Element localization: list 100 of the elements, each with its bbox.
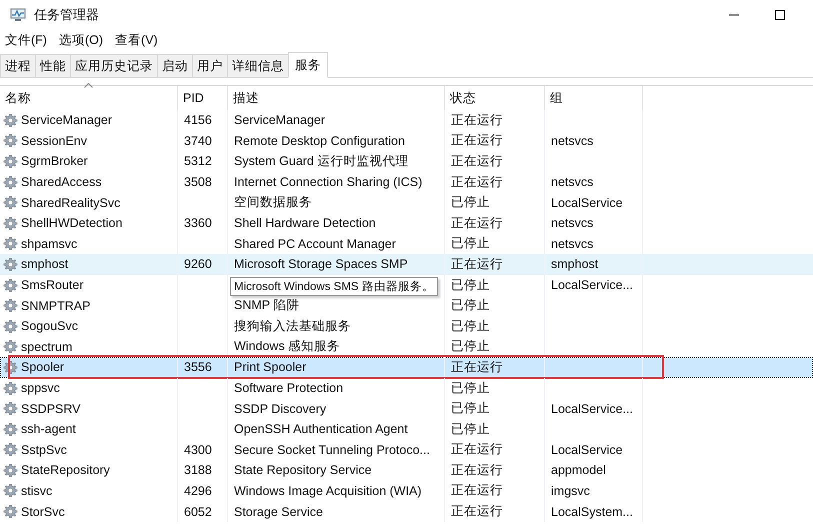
service-name: ssh-agent bbox=[21, 422, 76, 436]
status-text: 已停止 bbox=[451, 318, 490, 335]
status-text: 正在运行 bbox=[451, 503, 503, 520]
menu-item[interactable]: 文件(F) bbox=[5, 32, 47, 48]
service-name: shpamsvc bbox=[21, 236, 78, 251]
status-text: 正在运行 bbox=[451, 214, 503, 232]
status-text: 已停止 bbox=[451, 297, 490, 314]
description-text: Shared PC Account Manager bbox=[234, 236, 396, 251]
description-text: Shell Hardware Detection bbox=[234, 216, 376, 230]
description-text: Print Spooler bbox=[234, 360, 306, 374]
gear-icon bbox=[3, 339, 18, 354]
pid-text: 6052 bbox=[184, 504, 212, 519]
description-text: OpenSSH Authentication Agent bbox=[234, 422, 408, 436]
gear-icon bbox=[3, 360, 18, 375]
tab[interactable]: 服务 bbox=[288, 52, 328, 78]
service-name: SmsRouter bbox=[21, 278, 84, 292]
group-text: LocalService... bbox=[551, 402, 633, 416]
description-text: Windows 感知服务 bbox=[234, 338, 340, 356]
service-name: sppsvc bbox=[21, 381, 60, 396]
group-text: smphost bbox=[551, 257, 598, 272]
table-row[interactable]: Spooler 3556 Print Spooler 正在运行 bbox=[0, 357, 813, 378]
status-text: 已停止 bbox=[451, 194, 490, 212]
status-text: 正在运行 bbox=[451, 441, 503, 458]
gear-icon bbox=[3, 174, 18, 190]
column-header[interactable]: 组 bbox=[545, 86, 643, 110]
pid-text: 4300 bbox=[184, 442, 212, 457]
group-text: netsvcs bbox=[551, 134, 594, 148]
group-text: appmodel bbox=[551, 463, 606, 478]
status-text: 正在运行 bbox=[451, 174, 503, 191]
group-text: LocalService bbox=[551, 442, 623, 457]
pid-text: 3188 bbox=[184, 463, 212, 478]
pid-text: 5312 bbox=[184, 154, 212, 168]
description-text: Internet Connection Sharing (ICS) bbox=[234, 175, 422, 190]
description-text: System Guard 运行时监视代理 bbox=[234, 152, 408, 170]
pid-text: 3740 bbox=[184, 134, 212, 148]
pid-text: 3556 bbox=[184, 360, 212, 374]
service-name: SessionEnv bbox=[21, 134, 88, 148]
group-text: netsvcs bbox=[551, 175, 594, 190]
status-text: 正在运行 bbox=[451, 462, 503, 479]
gear-icon bbox=[3, 401, 18, 416]
gear-icon bbox=[3, 422, 18, 437]
tab[interactable]: 应用历史记录 bbox=[70, 54, 158, 77]
gear-icon bbox=[3, 133, 18, 148]
gear-icon bbox=[3, 462, 18, 478]
group-text: LocalSystem... bbox=[551, 504, 633, 519]
status-text: 已停止 bbox=[451, 235, 490, 252]
tab[interactable]: 详细信息 bbox=[227, 54, 289, 77]
tab[interactable]: 进程 bbox=[0, 54, 36, 77]
service-name: StorSvc bbox=[21, 504, 65, 519]
gear-icon bbox=[3, 442, 18, 458]
status-text: 正在运行 bbox=[451, 132, 503, 150]
status-text: 正在运行 bbox=[451, 256, 503, 273]
pid-text: 4156 bbox=[184, 113, 212, 128]
description-text: SSDP Discovery bbox=[234, 402, 326, 416]
pid-text: 3508 bbox=[184, 175, 212, 190]
service-name: SSDPSRV bbox=[21, 402, 81, 416]
service-name: StateRepository bbox=[21, 463, 110, 478]
status-text: 已停止 bbox=[451, 400, 490, 418]
gear-icon bbox=[3, 483, 18, 498]
service-name: SgrmBroker bbox=[21, 154, 88, 168]
tab[interactable]: 启动 bbox=[157, 54, 193, 77]
status-text: 已停止 bbox=[451, 276, 490, 294]
menu-item[interactable]: 查看(V) bbox=[115, 32, 158, 48]
pid-text: 4296 bbox=[184, 484, 212, 498]
pid-text: 9260 bbox=[184, 257, 212, 272]
service-name: SstpSvc bbox=[21, 442, 67, 457]
status-text: 正在运行 bbox=[451, 482, 503, 500]
gear-icon bbox=[3, 112, 18, 128]
service-name: ServiceManager bbox=[21, 113, 112, 128]
table-row[interactable]: smphost 9260 Microsoft Storage Spaces SMP 正在运行 smphost bbox=[0, 254, 813, 275]
column-header[interactable]: 描述 bbox=[228, 86, 445, 110]
service-name: stisvc bbox=[21, 484, 52, 498]
description-text: Secure Socket Tunneling Protoco... bbox=[234, 442, 430, 457]
column-header[interactable]: 状态 bbox=[445, 86, 545, 110]
column-header[interactable]: 名称 bbox=[0, 86, 178, 110]
gear-icon bbox=[3, 256, 18, 272]
description-text: Windows Image Acquisition (WIA) bbox=[234, 484, 422, 498]
column-header[interactable]: PID bbox=[178, 86, 228, 110]
service-name: SNMPTRAP bbox=[21, 298, 90, 313]
service-name: ShellHWDetection bbox=[21, 216, 122, 230]
app-icon bbox=[10, 8, 26, 22]
status-text: 正在运行 bbox=[451, 152, 503, 170]
pid-text: 3360 bbox=[184, 216, 212, 230]
gear-icon bbox=[3, 380, 18, 396]
maximize-icon bbox=[774, 9, 786, 21]
service-name: Spooler bbox=[21, 360, 64, 374]
description-text: SNMP 陷阱 bbox=[234, 297, 300, 314]
group-text: netsvcs bbox=[551, 236, 594, 251]
gear-icon bbox=[3, 504, 18, 520]
gear-icon bbox=[3, 154, 18, 169]
service-name: SogouSvc bbox=[21, 319, 78, 334]
tab[interactable]: 用户 bbox=[192, 54, 228, 77]
status-text: 已停止 bbox=[451, 380, 490, 397]
menu-item[interactable]: 选项(O) bbox=[58, 32, 104, 48]
tab[interactable]: 性能 bbox=[35, 54, 71, 77]
description-text: 搜狗输入法基础服务 bbox=[234, 318, 351, 335]
gear-icon bbox=[3, 318, 18, 334]
service-name: SharedRealitySvc bbox=[21, 196, 120, 210]
description-text: 空间数据服务 bbox=[234, 194, 312, 212]
service-name: spectrum bbox=[21, 340, 72, 354]
